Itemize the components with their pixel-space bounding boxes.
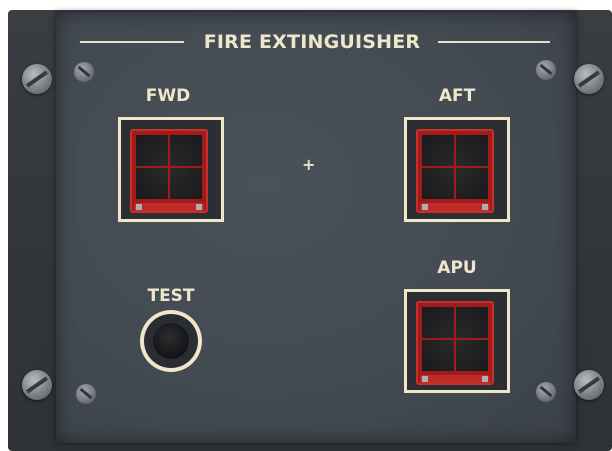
apu-switch[interactable] [404,289,510,393]
screw-icon [574,370,604,400]
test-button-knob[interactable] [153,323,189,359]
apu-switch-guard-bar [420,375,490,383]
test-label: TEST [147,286,195,306]
test-button-bezel [144,314,198,368]
test-button[interactable] [140,310,202,372]
aft-switch[interactable] [404,117,510,222]
fwd-switch[interactable] [118,117,224,222]
small-screw-icon [536,382,556,402]
small-screw-icon [76,384,96,404]
apu-switch-cap[interactable] [416,301,494,385]
screw-icon [574,64,604,94]
aft-switch-window [422,135,488,199]
panel-title-row: FIRE EXTINGUISHER [80,30,550,54]
fwd-switch-cap[interactable] [130,129,208,213]
small-screw-icon [536,60,556,80]
aft-switch-guard-bar [420,203,490,211]
title-rule-left [80,41,184,43]
apu-switch-window [422,307,488,371]
aft-label: AFT [438,86,476,106]
fwd-switch-window [136,135,202,199]
fwd-label: FWD [145,86,191,106]
screw-icon [22,370,52,400]
screw-icon [22,64,52,94]
title-rule-right [438,41,550,43]
aft-switch-cap[interactable] [416,129,494,213]
apu-label: APU [437,258,477,278]
fwd-switch-guard-bar [134,203,204,211]
center-marker: + [302,155,316,174]
small-screw-icon [74,62,94,82]
panel-title: FIRE EXTINGUISHER [203,31,421,53]
